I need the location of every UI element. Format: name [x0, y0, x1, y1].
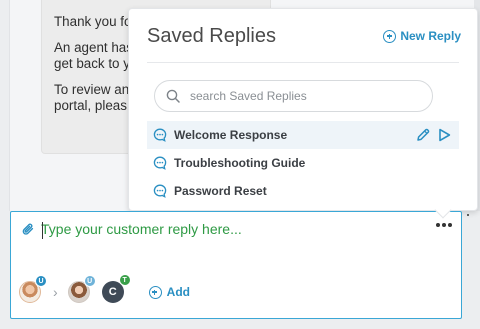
- saved-replies-popover: Saved Replies New Reply Welcome Response: [128, 8, 478, 211]
- more-options-icon[interactable]: [436, 223, 452, 227]
- add-circle-icon: [148, 285, 162, 299]
- chat-bubble-icon: [153, 128, 167, 142]
- chat-bubble-icon: [153, 184, 167, 198]
- avatar[interactable]: U: [67, 275, 96, 303]
- search-icon: [166, 89, 180, 103]
- participants-row: U › U C T Add: [19, 274, 190, 306]
- play-arrow-icon[interactable]: [438, 128, 451, 142]
- reply-item-welcome-response[interactable]: Welcome Response: [147, 121, 459, 149]
- role-badge: T: [118, 274, 131, 286]
- search-input[interactable]: [190, 89, 420, 103]
- chat-bubble-icon: [153, 156, 167, 170]
- reply-textarea[interactable]: [41, 221, 401, 237]
- chevron-right-icon: ›: [53, 284, 58, 300]
- reply-actions: [416, 121, 451, 149]
- pencil-icon[interactable]: [416, 128, 430, 142]
- search-box[interactable]: [154, 80, 433, 112]
- popover-title: Saved Replies: [147, 25, 276, 47]
- reply-label: Password Reset: [174, 184, 267, 198]
- avatar[interactable]: U: [19, 275, 47, 303]
- reply-item-troubleshooting-guide[interactable]: Troubleshooting Guide: [147, 149, 459, 177]
- divider: [147, 62, 459, 63]
- add-label: Add: [166, 285, 190, 299]
- reply-label: Welcome Response: [174, 128, 288, 142]
- role-badge: U: [35, 275, 47, 287]
- reply-composer: U › U C T Add: [10, 211, 462, 319]
- paperclip-icon[interactable]: [22, 223, 34, 235]
- new-reply-label: New Reply: [400, 29, 461, 43]
- reply-item-password-reset[interactable]: Password Reset: [147, 177, 459, 205]
- new-reply-button[interactable]: New Reply: [383, 29, 461, 43]
- text-cursor: [42, 222, 43, 239]
- add-participant-button[interactable]: Add: [148, 285, 190, 299]
- dot-marker: [467, 214, 469, 216]
- saved-replies-list: Welcome Response Troubleshooting Guide P…: [147, 121, 459, 205]
- left-rail: [0, 0, 10, 211]
- avatar-initial: C: [108, 286, 117, 298]
- reply-label: Troubleshooting Guide: [174, 156, 306, 170]
- role-badge: U: [83, 275, 96, 287]
- footer-strip: [0, 320, 480, 329]
- avatar[interactable]: C T: [101, 274, 131, 303]
- add-circle-icon: [383, 29, 397, 43]
